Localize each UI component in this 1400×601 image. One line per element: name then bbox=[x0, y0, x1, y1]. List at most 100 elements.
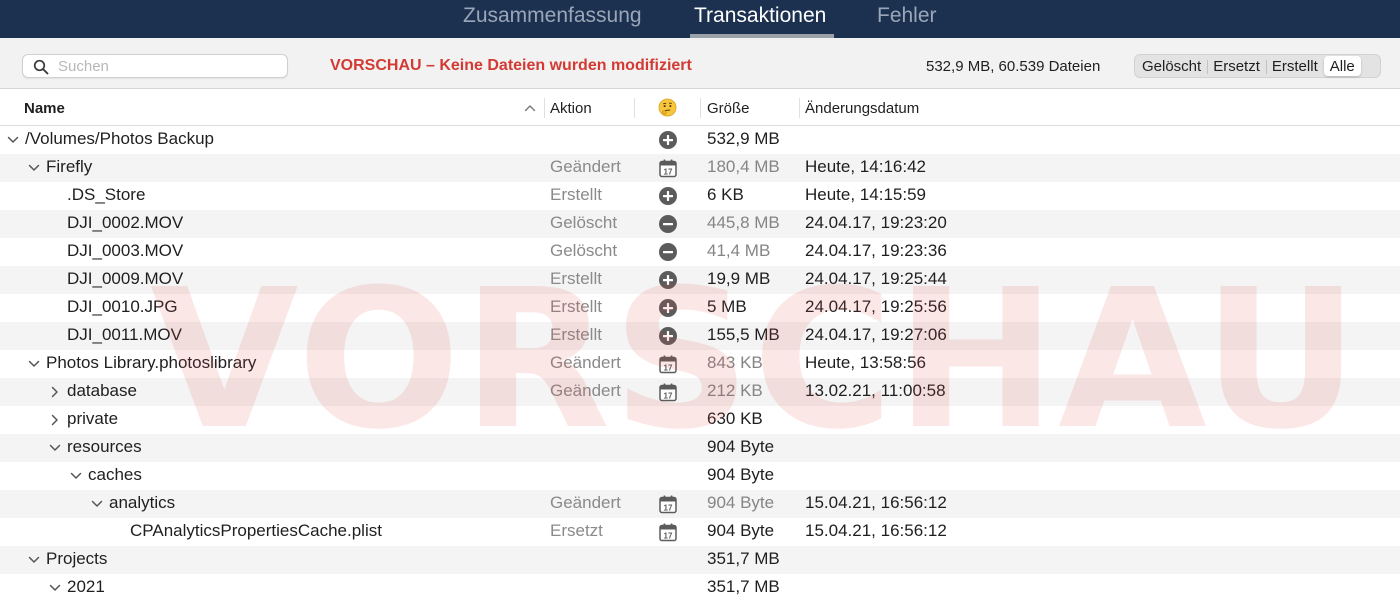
row-size: 6 KB bbox=[707, 185, 744, 204]
row-date: Heute, 14:16:42 bbox=[805, 157, 926, 176]
thinking-face-icon[interactable] bbox=[658, 98, 677, 117]
table-row[interactable]: DJI_0009.MOV Erstellt 19,9 MB 24.04.17, 19:… bbox=[0, 266, 1400, 294]
column-header: Name Aktion Größe Änderungsdatum bbox=[0, 90, 1400, 126]
search-input[interactable] bbox=[58, 55, 278, 77]
table-row[interactable]: database Geändert 17 212 KB 13.02.21, 11:00:… bbox=[0, 378, 1400, 406]
chevron-down-icon[interactable] bbox=[49, 442, 61, 454]
row-name: DJI_0009.MOV bbox=[67, 269, 184, 288]
table-row[interactable]: DJI_0010.JPG Erstellt 5 MB 24.04.17, 19:25:… bbox=[0, 294, 1400, 322]
chevron-right-icon[interactable] bbox=[49, 414, 61, 426]
chevron-right-icon[interactable] bbox=[49, 386, 61, 398]
row-date: 13.02.21, 11:00:58 bbox=[805, 381, 946, 400]
tab-bar: Zusammenfassung Transaktionen Fehler bbox=[0, 0, 1400, 38]
table-row[interactable]: Firefly Geändert 17 180,4 MB Heute, 14:16:42 bbox=[0, 154, 1400, 182]
table-row[interactable]: DJI_0003.MOV Gelöscht 41,4 MB 24.04.17, 19:… bbox=[0, 238, 1400, 266]
table-row[interactable]: 2021 351,7 MB bbox=[0, 574, 1400, 601]
row-size: 904 Byte bbox=[707, 521, 775, 540]
chevron-up-icon[interactable] bbox=[524, 104, 536, 112]
row-date: 24.04.17, 19:27:06 bbox=[805, 325, 947, 344]
row-size: 445,8 MB bbox=[707, 213, 780, 232]
row-size: 180,4 MB bbox=[707, 157, 780, 176]
row-size: 351,7 MB bbox=[707, 549, 780, 568]
minus-circle-icon bbox=[659, 243, 677, 261]
row-size: 532,9 MB bbox=[707, 129, 780, 148]
row-action: Gelöscht bbox=[550, 241, 618, 260]
chevron-down-icon[interactable] bbox=[91, 498, 103, 510]
table-row[interactable]: /Volumes/Photos Backup 532,9 MB bbox=[0, 126, 1400, 154]
row-date: Heute, 13:58:56 bbox=[805, 353, 926, 372]
row-name: Firefly bbox=[46, 157, 93, 176]
column-divider[interactable] bbox=[700, 98, 701, 118]
calendar-icon: 17 bbox=[659, 383, 677, 402]
table-row[interactable]: resources 904 Byte bbox=[0, 434, 1400, 462]
row-name: resources bbox=[67, 437, 142, 456]
tab-fehler[interactable]: Fehler bbox=[877, 4, 937, 28]
column-size[interactable]: Größe bbox=[707, 100, 750, 117]
column-name[interactable]: Name bbox=[24, 100, 65, 117]
calendar-icon: 17 bbox=[659, 355, 677, 374]
totals-summary: 532,9 MB, 60.539 Dateien bbox=[926, 58, 1101, 75]
chevron-down-icon[interactable] bbox=[28, 554, 40, 566]
row-size: 155,5 MB bbox=[707, 325, 780, 344]
calendar-icon: 17 bbox=[659, 495, 677, 514]
filter-geloescht[interactable]: Gelöscht bbox=[1136, 56, 1207, 76]
row-date: Heute, 14:15:59 bbox=[805, 185, 926, 204]
preview-notice: VORSCHAU – Keine Dateien wurden modifizi… bbox=[330, 57, 692, 74]
table-row[interactable]: DJI_0011.MOV Erstellt 155,5 MB 24.04.17, 19… bbox=[0, 322, 1400, 350]
row-name: analytics bbox=[109, 493, 176, 512]
chevron-down-icon[interactable] bbox=[7, 134, 19, 146]
row-date: 15.04.21, 16:56:12 bbox=[805, 493, 947, 512]
table-row[interactable]: Photos Library.photoslibrary Geändert 17 84… bbox=[0, 350, 1400, 378]
calendar-icon: 17 bbox=[659, 523, 677, 542]
column-action[interactable]: Aktion bbox=[550, 100, 592, 117]
row-size: 904 Byte bbox=[707, 465, 775, 484]
row-name: DJI_0011.MOV bbox=[67, 325, 182, 344]
row-date: 24.04.17, 19:25:56 bbox=[805, 297, 947, 316]
svg-text:17: 17 bbox=[664, 391, 673, 400]
row-date: 24.04.17, 19:25:44 bbox=[805, 269, 947, 288]
plus-circle-icon bbox=[659, 187, 677, 205]
row-action: Erstellt bbox=[550, 297, 602, 316]
row-size: 904 Byte bbox=[707, 437, 775, 456]
chevron-down-icon[interactable] bbox=[28, 358, 40, 370]
row-size: 212 KB bbox=[707, 381, 763, 400]
table-row[interactable]: analytics Geändert 17 904 Byte 15.04.21, 16:… bbox=[0, 490, 1400, 518]
row-name: /Volumes/Photos Backup bbox=[25, 129, 215, 148]
row-date: 24.04.17, 19:23:36 bbox=[805, 241, 947, 260]
row-size: 630 KB bbox=[707, 409, 763, 428]
search-field[interactable] bbox=[22, 54, 288, 78]
table-row[interactable]: caches 904 Byte bbox=[0, 462, 1400, 490]
toolbar: VORSCHAU – Keine Dateien wurden modifizi… bbox=[0, 38, 1400, 89]
column-divider[interactable] bbox=[634, 98, 635, 118]
filter-segmented-control: Gelöscht Ersetzt Erstellt Alle bbox=[1134, 54, 1381, 78]
row-action: Erstellt bbox=[550, 269, 602, 288]
chevron-down-icon[interactable] bbox=[49, 582, 61, 594]
filter-alle[interactable]: Alle bbox=[1323, 56, 1361, 76]
column-divider[interactable] bbox=[544, 98, 545, 118]
row-action: Geändert bbox=[550, 493, 621, 512]
chevron-down-icon[interactable] bbox=[70, 470, 82, 482]
table-row[interactable]: CPAnalyticsPropertiesCache.plist Ersetzt 1… bbox=[0, 518, 1400, 546]
table-row[interactable]: private 630 KB bbox=[0, 406, 1400, 434]
tab-transaktionen[interactable]: Transaktionen bbox=[694, 4, 826, 28]
row-size: 843 KB bbox=[707, 353, 763, 372]
row-name: 2021 bbox=[67, 577, 105, 596]
row-action: Geändert bbox=[550, 381, 621, 400]
table-row[interactable]: .DS_Store Erstellt 6 KB Heute, 14:15:59 bbox=[0, 182, 1400, 210]
filter-ersetzt[interactable]: Ersetzt bbox=[1207, 56, 1266, 76]
row-name: database bbox=[67, 381, 137, 400]
column-divider[interactable] bbox=[799, 98, 800, 118]
row-action: Geändert bbox=[550, 353, 621, 372]
filter-erstellt[interactable]: Erstellt bbox=[1265, 56, 1324, 76]
row-action: Erstellt bbox=[550, 325, 602, 344]
row-action: Ersetzt bbox=[550, 521, 603, 540]
chevron-down-icon[interactable] bbox=[28, 162, 40, 174]
row-name: DJI_0010.JPG bbox=[67, 297, 178, 316]
table-row[interactable]: Projects 351,7 MB bbox=[0, 546, 1400, 574]
column-date[interactable]: Änderungsdatum bbox=[805, 100, 919, 117]
row-action: Erstellt bbox=[550, 185, 602, 204]
table-row[interactable]: DJI_0002.MOV Gelöscht 445,8 MB 24.04.17, 19… bbox=[0, 210, 1400, 238]
svg-text:17: 17 bbox=[664, 503, 673, 512]
row-size: 41,4 MB bbox=[707, 241, 771, 260]
tab-zusammenfassung[interactable]: Zusammenfassung bbox=[463, 4, 642, 28]
